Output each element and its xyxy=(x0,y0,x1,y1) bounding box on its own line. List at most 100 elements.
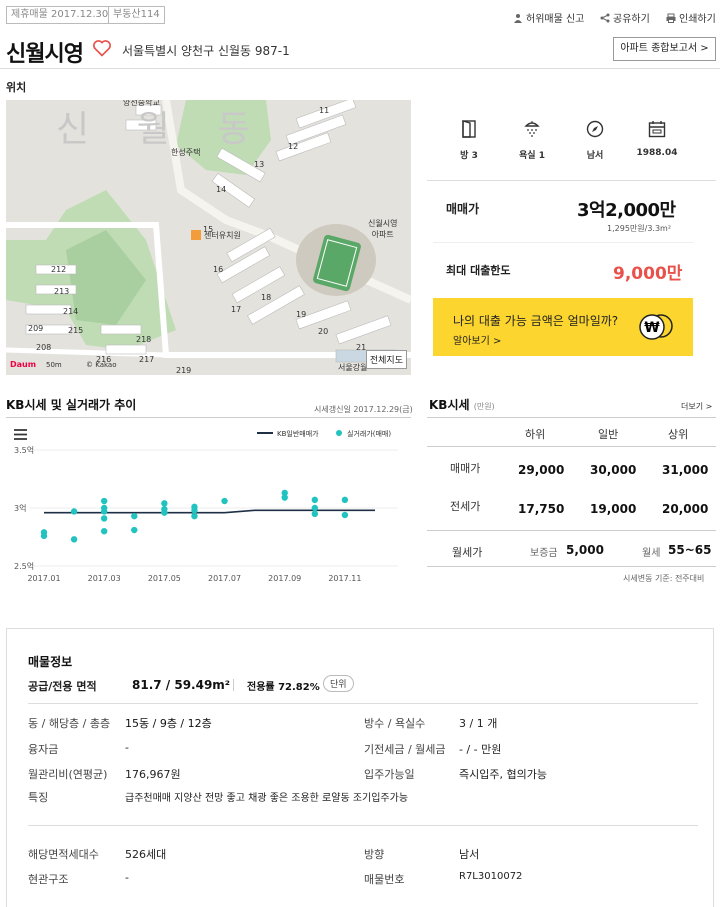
y-tick-label: 2.5억 xyxy=(14,561,34,571)
divider xyxy=(0,68,720,69)
x-tick-label: 2017.07 xyxy=(208,574,241,583)
kb-table-unit: (만원) xyxy=(473,402,495,411)
partner-listing-tag: 제휴매물 2017.12.30 xyxy=(6,6,114,24)
real-price-point xyxy=(311,504,319,512)
feature-direction-label: 남서 xyxy=(586,151,604,161)
kb-row-sale-label: 매매가 xyxy=(450,462,481,475)
feature-bathrooms: 욕실 1 xyxy=(502,120,562,161)
x-tick-label: 2017.09 xyxy=(268,574,301,583)
map-copyright: © Kakao xyxy=(86,361,117,369)
real-price-point xyxy=(100,497,108,505)
rooms-value: 3 / 1 개 xyxy=(459,717,498,730)
loan-banner[interactable]: 나의 대출 가능 금액은 얼마일까? 알아보기 > ₩ xyxy=(433,298,693,356)
units-label: 해당면적세대수 xyxy=(28,848,99,861)
kb-monthly-value: 55~65 xyxy=(668,543,712,557)
direction-value: 남서 xyxy=(459,848,480,861)
map-place-seoul: 서울강월 xyxy=(338,363,368,372)
feature-label: 특징 xyxy=(28,791,49,804)
rooms-label: 방수 / 욕실수 xyxy=(364,717,426,730)
map-place-apartment: 신월시영 아파트 xyxy=(368,219,398,239)
daum-logo: Daum xyxy=(10,360,37,369)
building-218: 218 xyxy=(136,335,152,344)
exclusive-ratio: 전용률 72.82% xyxy=(247,682,320,693)
kb-row-jeonse-high: 20,000 xyxy=(662,502,709,516)
divider xyxy=(233,679,234,691)
real-price-point xyxy=(221,497,228,505)
real-price-point xyxy=(70,508,78,515)
feature-value: 급주천매매 지양산 전망 좋고 채광 좋은 조용한 로얄동 조기입주가능 xyxy=(125,793,409,804)
building-215: 215 xyxy=(68,326,84,335)
map-place-school: 양천중학교 xyxy=(123,100,160,107)
kb-price-line xyxy=(44,509,375,514)
share-icon xyxy=(600,13,610,22)
report-false-label: 허위매물 신고 xyxy=(526,14,585,25)
divider xyxy=(427,446,716,447)
entrance-label: 현관구조 xyxy=(28,873,69,886)
building-14: 14 xyxy=(216,185,227,194)
kb-table-more-link[interactable]: 더보기 > xyxy=(681,401,712,412)
loan-limit-label: 최대 대출한도 xyxy=(446,264,511,277)
kb-row-sale-low: 29,000 xyxy=(518,463,565,477)
unit-toggle-button[interactable]: 단위 xyxy=(323,675,354,692)
real-price-point xyxy=(131,512,138,520)
menu-icon[interactable] xyxy=(14,429,27,440)
kb-rent-label: 월세가 xyxy=(452,546,483,559)
loan-banner-more-link[interactable]: 알아보기 > xyxy=(453,332,501,347)
listing-number-label: 매물번호 xyxy=(364,873,405,886)
share-link[interactable]: 공유하기 xyxy=(600,10,650,25)
kb-monthly-label: 월세 xyxy=(642,548,661,559)
x-tick-label: 2017.01 xyxy=(27,574,60,583)
real-price-point xyxy=(281,494,288,501)
kb-row-sale-high: 31,000 xyxy=(662,463,709,477)
units-value: 526세대 xyxy=(125,848,167,861)
building-209: 209 xyxy=(28,324,44,333)
kb-table-title: KB시세 (만원) xyxy=(429,396,495,413)
address: 서울특별시 양천구 신월동 987-1 xyxy=(122,44,290,58)
apartment-report-button[interactable]: 아파트 종합보고서 > xyxy=(613,37,716,61)
existing-rent-value: - / - 만원 xyxy=(459,743,502,756)
building-12: 12 xyxy=(288,142,299,151)
real-price-point xyxy=(191,507,198,514)
sale-price-label: 매매가 xyxy=(446,202,480,216)
x-tick-label: 2017.03 xyxy=(88,574,121,583)
kb-chart-updated: 시세갱신일 2017.12.29(금) xyxy=(314,405,413,414)
real-price-point xyxy=(311,496,319,504)
building-16: 16 xyxy=(213,265,224,274)
area-label: 공급/전용 면적 xyxy=(28,680,97,693)
building-17: 17 xyxy=(231,305,242,314)
building-208: 208 xyxy=(36,343,52,352)
building-213: 213 xyxy=(54,287,70,296)
feature-direction: 남서 xyxy=(565,120,625,161)
direction-label: 방향 xyxy=(364,848,385,861)
print-link[interactable]: 인쇄하기 xyxy=(666,10,716,25)
feature-rooms-label: 방 3 xyxy=(460,151,478,161)
building-15: 15 xyxy=(203,225,214,234)
map[interactable]: 신 월 동 양천중학교 한성주택 센터유치원 신월시영 아파트 서울강월 11 … xyxy=(6,100,411,375)
report-false-listing-link[interactable]: 허위매물 신고 xyxy=(513,10,584,25)
building-13: 13 xyxy=(254,160,265,169)
heart-icon[interactable] xyxy=(92,38,112,58)
compass-icon xyxy=(586,120,604,138)
divider xyxy=(433,242,693,243)
sale-price-value: 3억2,000만 xyxy=(577,200,676,221)
divider xyxy=(28,825,698,826)
kb-note: 시세변동 기준: 전주대비 xyxy=(623,574,705,583)
loan-limit-value: 9,000만 xyxy=(613,264,683,284)
building-214: 214 xyxy=(63,307,79,316)
kb-row-jeonse-low: 17,750 xyxy=(518,502,565,516)
printer-icon xyxy=(666,13,676,23)
y-tick-label: 3억 xyxy=(14,503,26,513)
print-label: 인쇄하기 xyxy=(679,14,716,25)
map-place-hanseong: 한성주택 xyxy=(171,148,201,157)
building-21: 21 xyxy=(356,343,367,352)
real-price-point xyxy=(341,511,349,519)
y-tick-label: 3.5억 xyxy=(14,445,34,455)
real-price-point xyxy=(161,509,168,516)
loan-label: 융자금 xyxy=(28,743,59,756)
kb-row-sale-mid: 30,000 xyxy=(590,463,637,477)
divider xyxy=(427,180,716,181)
full-map-button[interactable]: 전체지도 xyxy=(365,350,407,369)
building-20: 20 xyxy=(318,327,329,336)
x-tick-label: 2017.11 xyxy=(328,574,361,583)
divider xyxy=(427,530,716,531)
